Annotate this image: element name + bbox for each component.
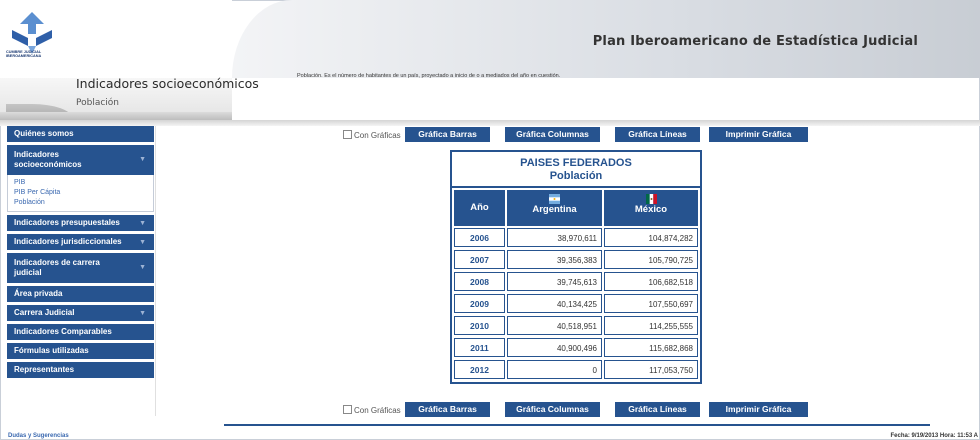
grafica-barras-button[interactable]: Gráfica Barras: [405, 127, 491, 142]
sidebar-item-label: Indicadores jurisdiccionales: [14, 237, 122, 246]
sidebar-item-label: Fórmulas utilizadas: [14, 346, 89, 355]
cell-argentina: 39,745,613: [507, 272, 602, 291]
cell-mexico: 104,874,282: [604, 228, 698, 247]
chevron-down-icon: ▼: [139, 239, 146, 246]
column-header-argentina: Argentina: [507, 190, 602, 226]
sidebar-item-quienes-somos[interactable]: Quiénes somos: [7, 126, 154, 142]
table-row: 2012 0 117,053,750: [454, 360, 698, 381]
grafica-columnas-button[interactable]: Gráfica Columnas: [505, 402, 601, 417]
dudas-sugerencias-link[interactable]: Dudas y Sugerencias: [8, 433, 69, 439]
cell-argentina: 40,518,951: [507, 316, 602, 335]
sidebar-item-indicadores-presupuestales[interactable]: Indicadores presupuestales ▼: [7, 215, 154, 231]
sidebar-item-label: Carrera Judicial: [14, 308, 75, 317]
table-title-block: PAISES FEDERADOS Población: [452, 152, 700, 188]
data-table: PAISES FEDERADOS Población Año Argentina…: [450, 150, 702, 384]
sidebar-item-indicadores-carrera-judicial[interactable]: Indicadores de carrera judicial ▼: [7, 253, 154, 283]
table-row: 2011 40,900,496 115,682,868: [454, 338, 698, 359]
cell-mexico: 115,682,868: [604, 338, 698, 357]
grafica-lineas-button[interactable]: Gráfica Líneas: [615, 127, 701, 142]
con-graficas-checkbox[interactable]: [343, 130, 352, 139]
cell-year: 2009: [454, 294, 505, 313]
sidebar-item-area-privada[interactable]: Área privada: [7, 286, 154, 302]
sidebar-nav: Quiénes somos Indicadores socioeconómico…: [7, 126, 154, 381]
sidebar-divider: [155, 126, 156, 416]
sidebar-item-label: Indicadores presupuestales: [14, 218, 120, 227]
sidebar-item-formulas-utilizadas[interactable]: Fórmulas utilizadas: [7, 343, 154, 359]
sidebar-item-carrera-judicial[interactable]: Carrera Judicial ▼: [7, 305, 154, 321]
sidebar-item-label: Quiénes somos: [14, 129, 74, 138]
cell-mexico: 106,682,518: [604, 272, 698, 291]
footer-datetime: Fecha: 9/19/2013 Hora: 11:53 A: [890, 433, 979, 439]
cell-year: 2008: [454, 272, 505, 291]
imprimir-grafica-button[interactable]: Imprimir Gráfica: [709, 402, 809, 417]
chevron-down-icon: ▼: [139, 156, 146, 163]
country-label: Argentina: [532, 204, 577, 215]
sidebar-item-indicadores-socioeconomicos[interactable]: Indicadores socioeconómicos ▼: [7, 145, 154, 175]
argentina-flag-icon: [549, 194, 560, 204]
cell-year: 2011: [454, 338, 505, 357]
column-header-mexico: México: [604, 190, 698, 226]
grafica-lineas-button[interactable]: Gráfica Líneas: [615, 402, 701, 417]
cell-year: 2012: [454, 360, 505, 379]
cell-argentina: 38,970,611: [507, 228, 602, 247]
section-header-bar: [0, 112, 232, 120]
chevron-down-icon: ▼: [139, 264, 146, 271]
indicator-definition: Población. Es el número de habitantes de…: [297, 73, 561, 79]
table-title: PAISES FEDERADOS: [520, 157, 632, 169]
section-subtitle: Población: [76, 98, 120, 108]
page-title: Plan Iberoamericano de Estadística Judic…: [592, 34, 918, 49]
cell-mexico: 114,255,555: [604, 316, 698, 335]
sidebar-item-indicadores-jurisdiccionales[interactable]: Indicadores jurisdiccionales ▼: [7, 234, 154, 250]
cell-argentina: 40,900,496: [507, 338, 602, 357]
table-row: 2006 38,970,611 104,874,282: [454, 228, 698, 249]
table-row: 2010 40,518,951 114,255,555: [454, 316, 698, 337]
submenu-item-pib[interactable]: PIB: [14, 178, 153, 188]
cell-mexico: 107,550,697: [604, 294, 698, 313]
sidebar-item-label: Área privada: [14, 289, 63, 298]
submenu-item-pib-per-capita[interactable]: PIB Per Cápita: [14, 188, 153, 198]
chevron-down-icon: ▼: [139, 310, 146, 317]
cell-mexico: 117,053,750: [604, 360, 698, 379]
sidebar-submenu: PIB PIB Per Cápita Población: [7, 175, 154, 212]
cell-argentina: 40,134,425: [507, 294, 602, 313]
mexico-flag-icon: [645, 194, 657, 204]
cell-argentina: 0: [507, 360, 602, 379]
con-graficas-label: Con Gráficas: [354, 406, 401, 415]
cell-year: 2010: [454, 316, 505, 335]
sidebar-item-indicadores-comparables[interactable]: Indicadores Comparables: [7, 324, 154, 340]
imprimir-grafica-button[interactable]: Imprimir Gráfica: [709, 127, 809, 142]
submenu-item-poblacion[interactable]: Población: [14, 198, 153, 208]
sidebar-item-representantes[interactable]: Representantes: [7, 362, 154, 378]
cell-year: 2007: [454, 250, 505, 269]
page-header: CUMBRE JUDICIAL IBEROAMERICANA Plan Iber…: [0, 0, 980, 78]
content-bottom-rule: [224, 424, 930, 426]
section-title: Indicadores socioeconómicos: [76, 76, 259, 91]
con-graficas-label: Con Gráficas: [354, 131, 401, 140]
table-row: 2007 39,356,383 105,790,725: [454, 250, 698, 271]
country-label: México: [634, 204, 668, 215]
table-subtitle: Población: [549, 170, 603, 182]
chevron-down-icon: ▼: [139, 220, 146, 227]
grafica-barras-button[interactable]: Gráfica Barras: [405, 402, 491, 417]
logo-text: CUMBRE JUDICIAL IBEROAMERICANA: [6, 50, 42, 59]
column-header-year: Año: [454, 190, 505, 226]
cell-year: 2006: [454, 228, 505, 247]
table-row: 2009 40,134,425 107,550,697: [454, 294, 698, 315]
logo-area: CUMBRE JUDICIAL IBEROAMERICANA: [0, 0, 232, 78]
cell-mexico: 105,790,725: [604, 250, 698, 269]
sidebar-item-label: Indicadores de carrera judicial: [14, 258, 100, 277]
con-graficas-checkbox[interactable]: [343, 405, 352, 414]
sidebar-item-label: Indicadores Comparables: [14, 327, 112, 336]
sidebar-item-label: Representantes: [14, 365, 75, 374]
cell-argentina: 39,356,383: [507, 250, 602, 269]
table-row: 2008 39,745,613 106,682,518: [454, 272, 698, 293]
sidebar-item-label: Indicadores socioeconómicos: [14, 150, 82, 169]
grafica-columnas-button[interactable]: Gráfica Columnas: [505, 127, 601, 142]
